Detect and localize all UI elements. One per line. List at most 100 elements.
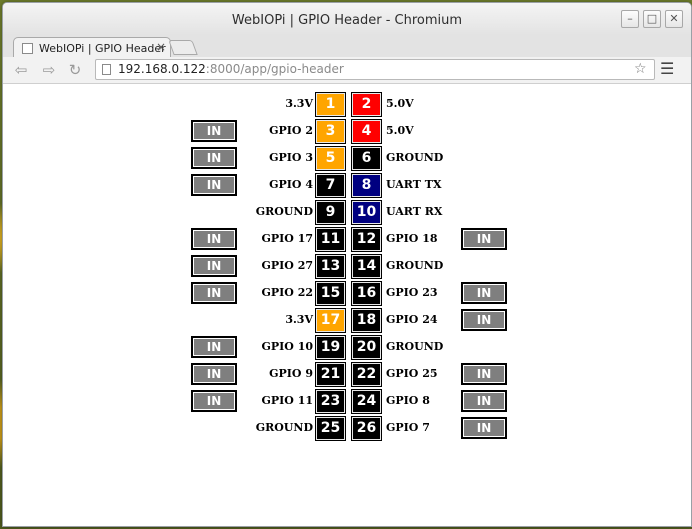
pin-3[interactable]: 3 — [315, 119, 346, 144]
pin-20[interactable]: 20 — [351, 335, 382, 360]
pin-label: UART RX — [386, 205, 443, 218]
pin-16[interactable]: 16 — [351, 281, 382, 306]
pin-label: GPIO 24 — [386, 313, 438, 326]
browser-menu-icon[interactable]: ☰ — [660, 59, 674, 78]
pin-15[interactable]: 15 — [315, 281, 346, 306]
gpio-direction-button[interactable]: IN — [191, 363, 237, 385]
pin-label: GPIO 7 — [386, 421, 430, 434]
gpio-direction-button[interactable]: IN — [191, 282, 237, 304]
forward-icon[interactable]: ⇨ — [39, 60, 59, 80]
pin-label: GPIO 22 — [261, 286, 313, 299]
gpio-direction-button[interactable]: IN — [191, 174, 237, 196]
gpio-direction-button[interactable]: IN — [461, 228, 507, 250]
pin-label: GPIO 23 — [386, 286, 438, 299]
gpio-direction-button[interactable]: IN — [461, 363, 507, 385]
pin-12[interactable]: 12 — [351, 227, 382, 252]
minimize-button[interactable]: – — [621, 10, 639, 28]
header-row: 3.3V 17 18 GPIO 24 IN — [3, 308, 691, 334]
close-window-button[interactable]: ✕ — [665, 10, 683, 28]
gpio-direction-button[interactable]: IN — [191, 228, 237, 250]
header-row: GROUND 9 10 UART RX — [3, 200, 691, 226]
page-icon — [102, 64, 111, 75]
pin-label: GPIO 10 — [261, 340, 313, 353]
pin-label: 5.0V — [386, 124, 414, 137]
pin-label: GROUND — [255, 421, 313, 434]
page-favicon-icon — [22, 43, 33, 54]
pin-19[interactable]: 19 — [315, 335, 346, 360]
gpio-direction-button[interactable]: IN — [191, 120, 237, 142]
gpio-direction-button[interactable]: IN — [191, 255, 237, 277]
pin-label: GROUND — [386, 151, 444, 164]
pin-label: GPIO 18 — [386, 232, 438, 245]
gpio-direction-button[interactable]: IN — [191, 336, 237, 358]
pin-label: GPIO 4 — [269, 178, 313, 191]
header-row: IN GPIO 11 23 24 GPIO 8 IN — [3, 389, 691, 415]
pin-1[interactable]: 1 — [315, 92, 346, 117]
pin-label: GPIO 8 — [386, 394, 430, 407]
pin-25[interactable]: 25 — [315, 416, 346, 441]
pin-label: GROUND — [386, 340, 444, 353]
pin-label: UART TX — [386, 178, 442, 191]
pin-14[interactable]: 14 — [351, 254, 382, 279]
pin-21[interactable]: 21 — [315, 362, 346, 387]
address-bar[interactable]: 192.168.0.122:8000/app/gpio-header ☆ — [95, 59, 655, 80]
title-bar[interactable]: WebIOPi | GPIO Header - Chromium – □ ✕ — [3, 3, 691, 35]
browser-window: WebIOPi | GPIO Header - Chromium – □ ✕ W… — [2, 2, 692, 527]
new-tab-button[interactable] — [168, 40, 198, 55]
tab-close-icon[interactable]: × — [156, 40, 166, 54]
pin-26[interactable]: 26 — [351, 416, 382, 441]
pin-label: 5.0V — [386, 97, 414, 110]
pin-17[interactable]: 17 — [315, 308, 346, 333]
pin-23[interactable]: 23 — [315, 389, 346, 414]
pin-9[interactable]: 9 — [315, 200, 346, 225]
pin-8[interactable]: 8 — [351, 173, 382, 198]
pin-5[interactable]: 5 — [315, 146, 346, 171]
pin-label: GPIO 9 — [269, 367, 313, 380]
tab-title: WebIOPi | GPIO Header — [39, 42, 166, 55]
header-row: IN GPIO 22 15 16 GPIO 23 IN — [3, 281, 691, 307]
header-row: GROUND 25 26 GPIO 7 IN — [3, 416, 691, 442]
pin-13[interactable]: 13 — [315, 254, 346, 279]
pin-11[interactable]: 11 — [315, 227, 346, 252]
window-title: WebIOPi | GPIO Header - Chromium — [231, 13, 463, 28]
pin-2[interactable]: 2 — [351, 92, 382, 117]
url-text[interactable]: 192.168.0.122:8000/app/gpio-header — [118, 62, 344, 77]
reload-icon[interactable]: ↻ — [65, 60, 85, 80]
header-row: IN GPIO 10 19 20 GROUND — [3, 335, 691, 361]
pin-18[interactable]: 18 — [351, 308, 382, 333]
header-row: IN GPIO 27 13 14 GROUND — [3, 254, 691, 280]
bookmark-star-icon[interactable]: ☆ — [634, 61, 647, 77]
pin-4[interactable]: 4 — [351, 119, 382, 144]
tab-strip: WebIOPi | GPIO Header × — [3, 35, 691, 59]
maximize-button[interactable]: □ — [643, 10, 661, 28]
gpio-header-page: 3.3V 1 2 5.0V IN GPIO 2 3 4 5.0V IN GPIO 3 5 6 GROUND… — [3, 84, 691, 526]
back-icon[interactable]: ⇦ — [11, 60, 31, 80]
pin-6[interactable]: 6 — [351, 146, 382, 171]
pin-label: GPIO 11 — [261, 394, 313, 407]
pin-22[interactable]: 22 — [351, 362, 382, 387]
header-row: IN GPIO 17 11 12 GPIO 18 IN — [3, 227, 691, 253]
pin-7[interactable]: 7 — [315, 173, 346, 198]
pin-10[interactable]: 10 — [351, 200, 382, 225]
url-host: 192.168.0.122 — [118, 62, 206, 76]
pin-label: GPIO 25 — [386, 367, 438, 380]
pin-label: GPIO 17 — [261, 232, 313, 245]
tab-webiopi[interactable]: WebIOPi | GPIO Header × — [13, 37, 171, 59]
gpio-direction-button[interactable]: IN — [461, 417, 507, 439]
pin-label: GPIO 2 — [269, 124, 313, 137]
header-row: 3.3V 1 2 5.0V — [3, 92, 691, 118]
pin-label: GPIO 3 — [269, 151, 313, 164]
gpio-direction-button[interactable]: IN — [191, 147, 237, 169]
header-row: IN GPIO 2 3 4 5.0V — [3, 119, 691, 145]
header-row: IN GPIO 4 7 8 UART TX — [3, 173, 691, 199]
browser-toolbar: ⇦ ⇨ ↻ 192.168.0.122:8000/app/gpio-header… — [3, 57, 691, 84]
url-path: :8000/app/gpio-header — [205, 62, 344, 76]
gpio-direction-button[interactable]: IN — [191, 390, 237, 412]
gpio-direction-button[interactable]: IN — [461, 390, 507, 412]
gpio-direction-button[interactable]: IN — [461, 309, 507, 331]
header-row: IN GPIO 3 5 6 GROUND — [3, 146, 691, 172]
pin-label: 3.3V — [285, 313, 313, 326]
pin-24[interactable]: 24 — [351, 389, 382, 414]
pin-label: 3.3V — [285, 97, 313, 110]
gpio-direction-button[interactable]: IN — [461, 282, 507, 304]
